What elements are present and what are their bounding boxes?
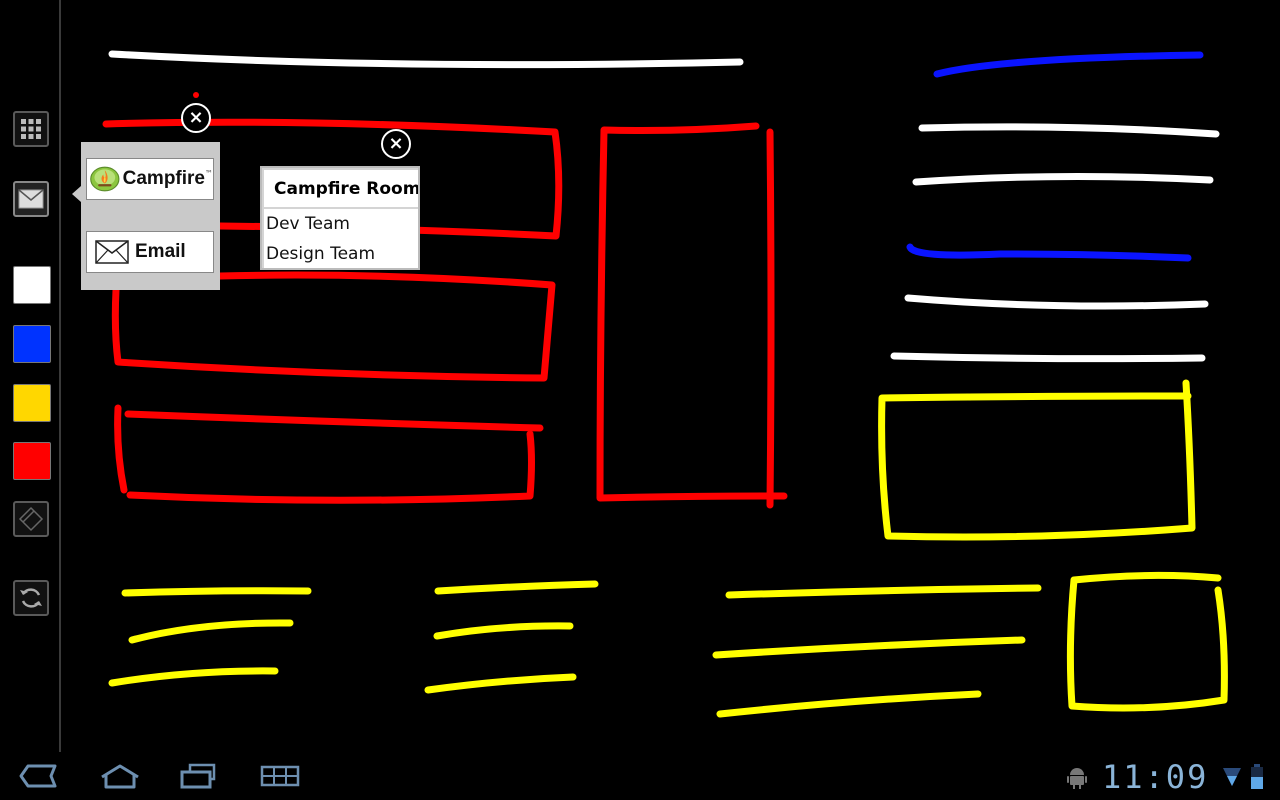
yellow-stroke [716,690,982,718]
room-item-dev-team[interactable]: Dev Team [264,209,418,239]
yellow-rectangle [878,379,1196,541]
system-navbar [0,752,1280,800]
sidebar-divider [59,0,61,752]
yellow-stroke [712,636,1026,659]
share-popup: Campfire ™ Email [72,142,220,290]
red-dot [193,92,199,98]
home-icon [101,764,139,789]
white-stroke [904,294,1209,310]
grid-icon [21,119,41,139]
red-rectangle [111,271,556,382]
recents-icon [180,763,216,789]
campfire-label: Campfire [122,168,205,189]
color-swatch-yellow[interactable] [13,384,51,422]
white-stroke [108,50,744,69]
android-icon[interactable] [1065,765,1089,789]
rooms-list: Dev Team Design Team [264,209,418,268]
campfire-rooms-popup: Campfire Rooms Dev Team Design Team [260,166,420,270]
yellow-stroke [424,673,577,694]
email-share-button[interactable]: Email [86,231,214,273]
campfire-share-button[interactable]: Campfire ™ [86,158,214,200]
color-swatch-blue[interactable] [13,325,51,363]
wifi-icon [1222,766,1242,788]
room-item-design-team[interactable]: Design Team [264,239,418,269]
share-button[interactable] [13,181,49,217]
refresh-icon [20,588,42,608]
blue-stroke [933,51,1204,78]
color-swatch-white[interactable] [13,266,51,304]
white-stroke [890,352,1206,363]
white-stroke [918,123,1220,138]
drawing-canvas[interactable] [60,0,1280,752]
envelope-icon [95,240,129,264]
refresh-button[interactable] [13,580,49,616]
yellow-stroke [128,619,294,644]
white-stroke [912,172,1214,186]
battery-icon [1250,764,1264,790]
eraser-button[interactable] [13,501,49,537]
blue-stroke [906,243,1192,262]
yellow-stroke [725,584,1042,599]
share-popup-close-button[interactable]: × [181,103,211,133]
campfire-logo-icon [90,166,120,192]
color-swatch-red[interactable] [13,442,51,480]
red-tall-rectangle [596,122,788,509]
back-icon [19,764,57,788]
yellow-stroke [108,667,279,687]
home-button[interactable] [92,752,148,800]
trademark-mark: ™ [205,169,213,178]
rooms-popup-close-button[interactable]: × [381,129,411,159]
popup-pointer [72,186,81,202]
yellow-stroke [121,587,312,597]
status-clock: 11:09 [1102,758,1209,796]
email-label: Email [135,241,186,262]
apps-button[interactable] [13,111,49,147]
yellow-stroke [434,580,599,595]
rooms-popup-title: Campfire Rooms [264,170,418,207]
menu-button[interactable] [252,752,308,800]
envelope-icon [18,189,44,209]
back-button[interactable] [10,752,66,800]
yellow-rectangle [1066,571,1228,712]
yellow-stroke [433,622,574,640]
tool-sidebar [0,0,60,752]
eraser-icon [18,506,44,532]
recents-button[interactable] [170,752,226,800]
menu-icon [260,765,300,787]
red-rectangle [114,404,544,504]
